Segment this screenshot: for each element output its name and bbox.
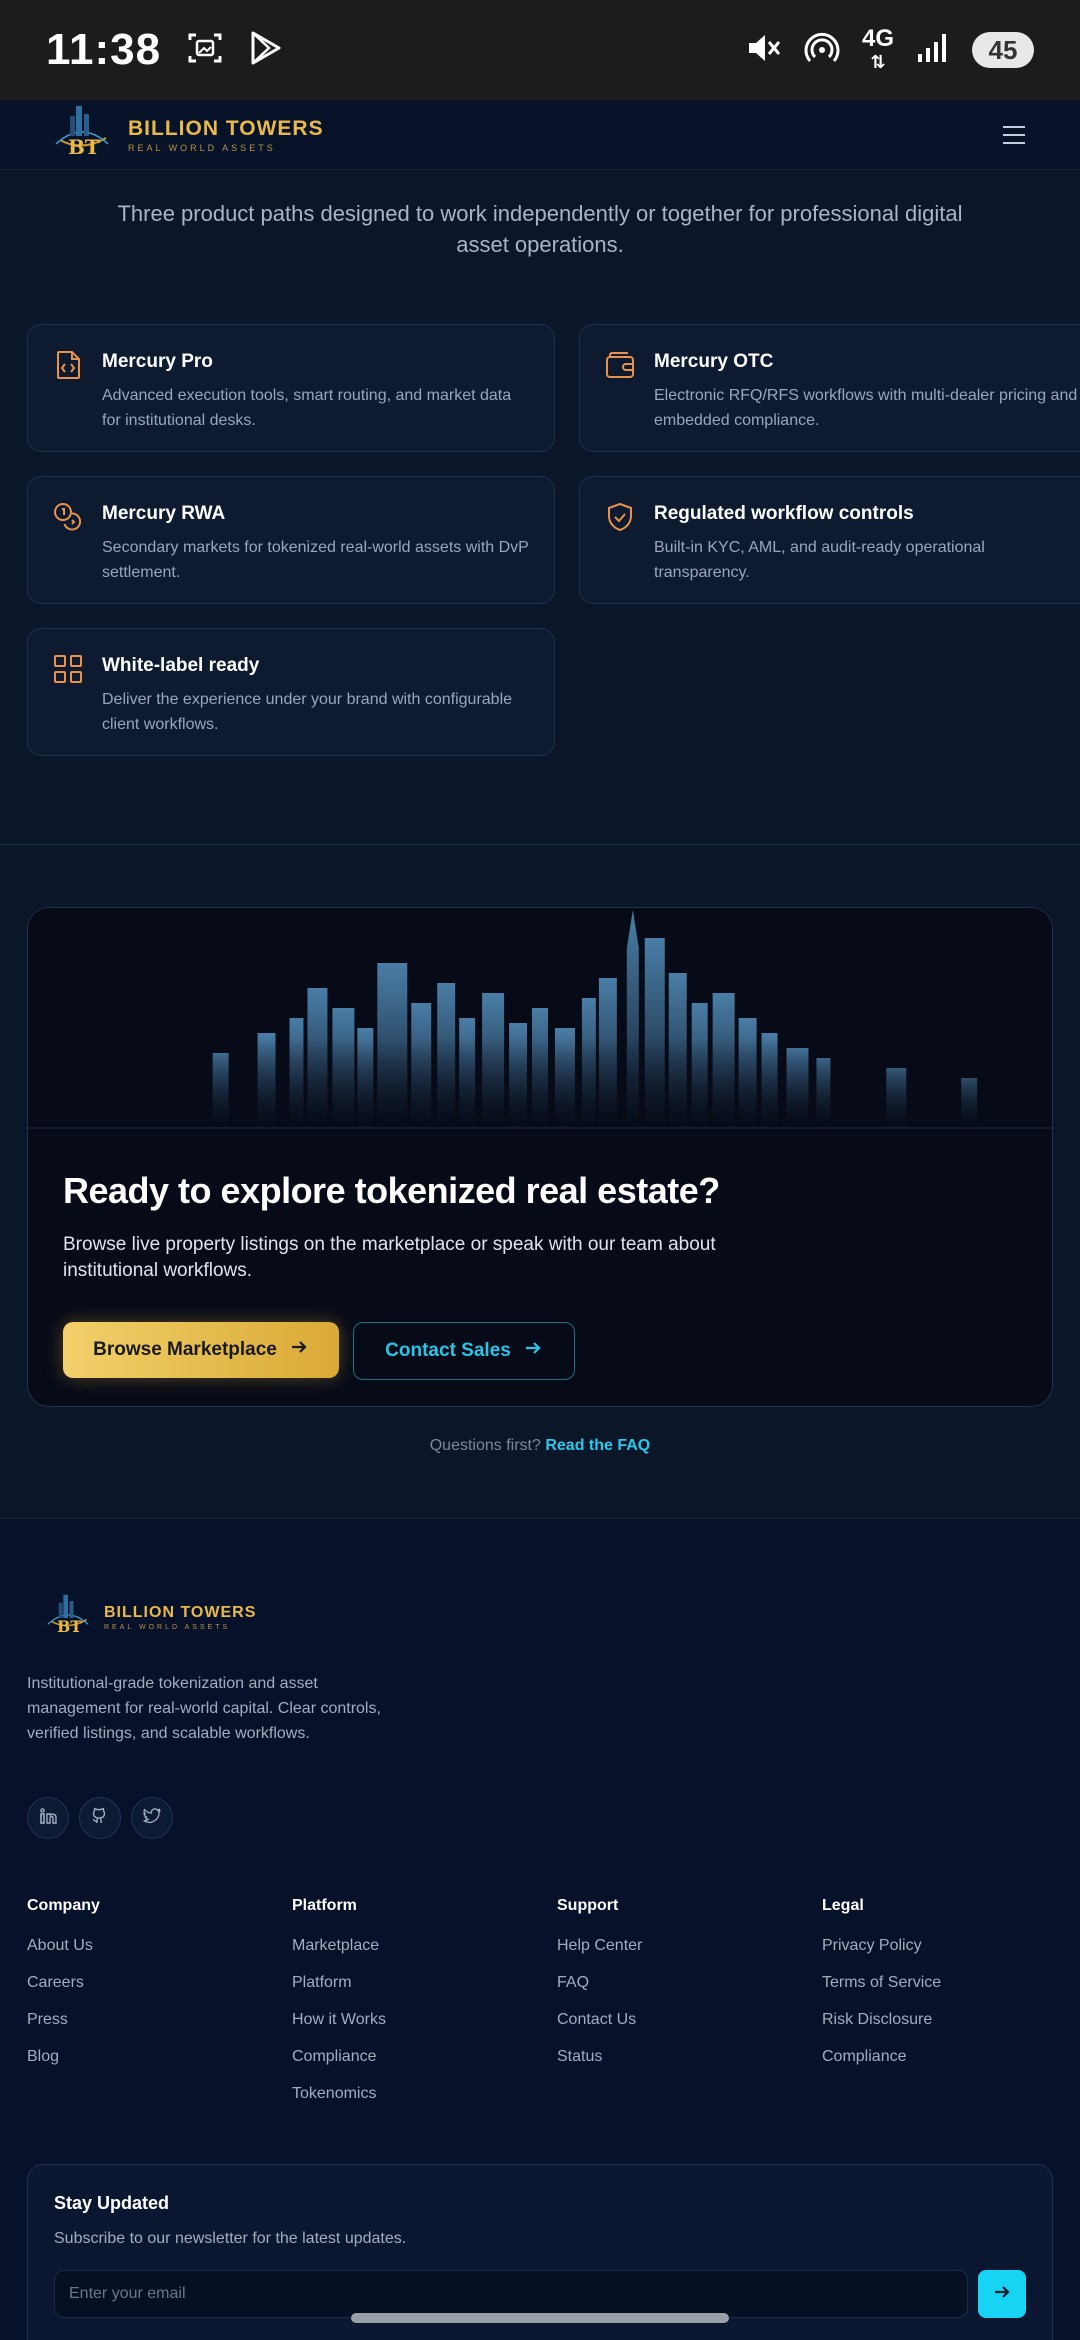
- card-title: Regulated workflow controls: [654, 503, 914, 524]
- footer-link-help-center[interactable]: Help Center: [557, 1937, 822, 1955]
- footer-link-compliance-legal[interactable]: Compliance: [822, 2048, 1080, 2066]
- card-description: Built-in KYC, AML, and audit-ready opera…: [654, 539, 985, 581]
- main-content: Three product paths designed to work ind…: [0, 170, 1080, 1455]
- column-heading: Company: [27, 1897, 100, 1914]
- footer-brand-logo[interactable]: BT BILLION TOWERS REAL WORLD ASSETS: [40, 1589, 256, 1646]
- wallet-icon: [604, 349, 636, 381]
- twitter-icon: [143, 1807, 161, 1830]
- footer-link-tokenomics[interactable]: Tokenomics: [292, 2085, 557, 2103]
- card-description: Advanced execution tools, smart routing,…: [102, 387, 512, 429]
- card-description: Deliver the experience under your brand …: [102, 691, 513, 733]
- product-cards-grid: Mercury Pro Advanced execution tools, sm…: [27, 324, 1080, 756]
- brand-name: BILLION TOWERS: [128, 116, 324, 140]
- billion-towers-logo-icon: BT: [40, 1589, 96, 1646]
- browse-marketplace-button[interactable]: Browse Marketplace: [63, 1322, 339, 1378]
- newsletter-subtitle: Subscribe to our newsletter for the late…: [54, 2230, 407, 2247]
- github-icon: [91, 1807, 109, 1830]
- arrow-right-icon: [523, 1338, 543, 1364]
- footer-brand-name: BILLION TOWERS: [104, 1604, 257, 1621]
- footer-link-contact-us[interactable]: Contact Us: [557, 2011, 822, 2029]
- footer-link-compliance[interactable]: Compliance: [292, 2048, 557, 2066]
- card-title: Mercury RWA: [102, 503, 226, 524]
- linkedin-icon: [39, 1807, 57, 1830]
- column-heading: Platform: [292, 1897, 357, 1914]
- card-description: Secondary markets for tokenized real-wor…: [102, 539, 529, 581]
- screenshot-icon: [187, 31, 223, 70]
- coins-icon: [52, 501, 84, 533]
- products-subtitle: Three product paths designed to work ind…: [117, 201, 963, 257]
- footer-link-blog[interactable]: Blog: [27, 2048, 292, 2066]
- shield-check-icon: [604, 501, 636, 533]
- arrow-right-icon: [289, 1337, 309, 1363]
- brand-logo[interactable]: BT BILLION TOWERS REAL WORLD ASSETS: [46, 100, 324, 169]
- svg-text:BT: BT: [68, 135, 100, 159]
- hamburger-menu-button[interactable]: [994, 115, 1034, 155]
- footer-link-marketplace[interactable]: Marketplace: [292, 1937, 557, 1955]
- grid-icon: [52, 653, 84, 685]
- signal-icon: [916, 32, 950, 69]
- product-card-white-label[interactable]: White-label ready Deliver the experience…: [27, 628, 555, 756]
- footer-link-privacy-policy[interactable]: Privacy Policy: [822, 1937, 1080, 1955]
- product-card-mercury-pro[interactable]: Mercury Pro Advanced execution tools, sm…: [27, 324, 555, 452]
- footer-link-risk-disclosure[interactable]: Risk Disclosure: [822, 2011, 1080, 2029]
- linkedin-link[interactable]: [27, 1797, 69, 1839]
- arrow-right-icon: [992, 2282, 1012, 2307]
- home-indicator[interactable]: [351, 2313, 729, 2323]
- footer-column-support: Support Help Center FAQ Contact Us Statu…: [557, 1897, 822, 2122]
- billion-towers-logo-icon: BT: [46, 100, 118, 169]
- city-skyline-image: [28, 908, 1052, 1130]
- code-file-icon: [52, 349, 84, 381]
- footer-link-faq[interactable]: FAQ: [557, 1974, 822, 1992]
- status-bar: 11:38 4G ⇅ 45: [0, 0, 1080, 100]
- read-faq-link[interactable]: Read the FAQ: [545, 1437, 650, 1454]
- cta-title: Ready to explore tokenized real estate?: [63, 1170, 720, 1211]
- card-description: Electronic RFQ/RFS workflows with multi-…: [654, 387, 1078, 429]
- footer-link-press[interactable]: Press: [27, 2011, 292, 2029]
- svg-text:BT: BT: [57, 1617, 82, 1636]
- card-title: White-label ready: [102, 655, 260, 676]
- footer-link-columns: Company About Us Careers Press Blog Plat…: [27, 1897, 1080, 2122]
- footer: BT BILLION TOWERS REAL WORLD ASSETS Inst…: [0, 1518, 1080, 2340]
- newsletter-email-input[interactable]: [54, 2270, 968, 2318]
- footer-link-terms-of-service[interactable]: Terms of Service: [822, 1974, 1080, 1992]
- top-navbar: BT BILLION TOWERS REAL WORLD ASSETS: [0, 100, 1080, 170]
- footer-link-about-us[interactable]: About Us: [27, 1937, 292, 1955]
- product-card-regulated-workflow[interactable]: Regulated workflow controls Built-in KYC…: [579, 476, 1080, 604]
- faq-prompt: Questions first? Read the FAQ: [429, 1437, 651, 1454]
- footer-link-careers[interactable]: Careers: [27, 1974, 292, 1992]
- browse-marketplace-label: Browse Marketplace: [93, 1339, 277, 1360]
- battery-indicator: 45: [972, 32, 1034, 68]
- network-type: 4G ⇅: [861, 24, 894, 72]
- footer-brand-tagline: REAL WORLD ASSETS: [104, 1624, 231, 1631]
- contact-sales-label: Contact Sales: [385, 1340, 511, 1361]
- github-link[interactable]: [79, 1797, 121, 1839]
- column-heading: Support: [557, 1897, 619, 1914]
- card-title: Mercury OTC: [654, 351, 774, 372]
- cta-section: Ready to explore tokenized real estate? …: [27, 907, 1053, 1407]
- cta-description: Browse live property listings on the mar…: [63, 1234, 716, 1281]
- hotspot-icon: [804, 30, 840, 71]
- status-time: 11:38: [46, 25, 162, 74]
- footer-column-company: Company About Us Careers Press Blog: [27, 1897, 292, 2122]
- product-card-mercury-rwa[interactable]: Mercury RWA Secondary markets for tokeni…: [27, 476, 555, 604]
- footer-description: Institutional-grade tokenization and ass…: [27, 1675, 381, 1742]
- footer-link-how-it-works[interactable]: How it Works: [292, 2011, 557, 2029]
- footer-column-legal: Legal Privacy Policy Terms of Service Ri…: [822, 1897, 1080, 2122]
- newsletter-submit-button[interactable]: [978, 2270, 1026, 2318]
- contact-sales-button[interactable]: Contact Sales: [353, 1322, 575, 1380]
- footer-link-status[interactable]: Status: [557, 2048, 822, 2066]
- card-title: Mercury Pro: [102, 351, 213, 372]
- menu-icon: [1003, 125, 1025, 128]
- column-heading: Legal: [822, 1897, 864, 1914]
- brand-tagline: REAL WORLD ASSETS: [128, 142, 276, 153]
- twitter-link[interactable]: [131, 1797, 173, 1839]
- footer-column-platform: Platform Marketplace Platform How it Wor…: [292, 1897, 557, 2122]
- footer-link-platform[interactable]: Platform: [292, 1974, 557, 1992]
- mute-icon: [746, 31, 782, 70]
- product-card-mercury-otc[interactable]: Mercury OTC Electronic RFQ/RFS workflows…: [579, 324, 1080, 452]
- section-divider: [0, 844, 1080, 845]
- social-links: [27, 1797, 173, 1839]
- newsletter-title: Stay Updated: [54, 2193, 170, 2213]
- play-store-icon: [249, 30, 283, 71]
